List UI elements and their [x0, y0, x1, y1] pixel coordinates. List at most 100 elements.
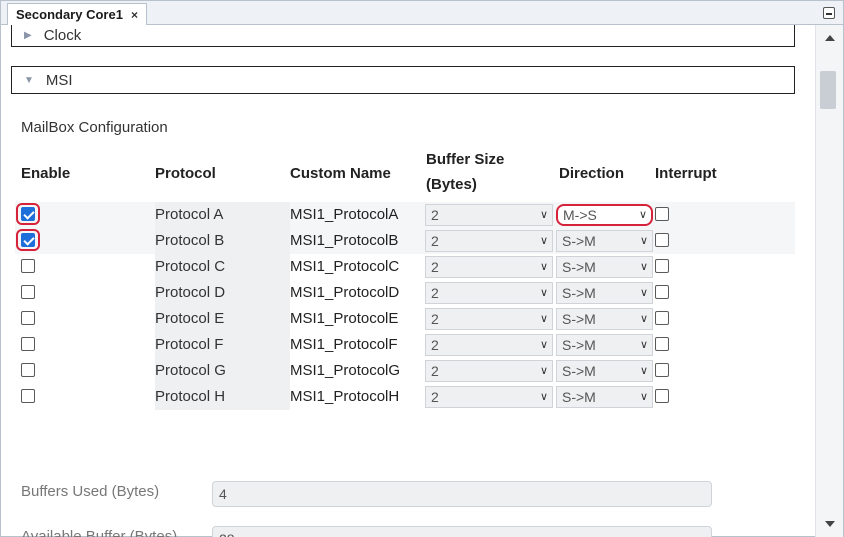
direction-select[interactable]: S->M ∨ — [556, 386, 653, 408]
enable-checkbox[interactable] — [21, 259, 35, 273]
chevron-down-icon: ∨ — [639, 235, 648, 247]
triangle-right-icon: ▶ — [24, 29, 32, 41]
direction-value: M->S — [563, 207, 597, 223]
table-row: Protocol H MSI1_ProtocolH 2 ∨ S->M ∨ — [15, 384, 795, 410]
protocol-cell: Protocol F — [155, 332, 290, 358]
chevron-down-icon: ∨ — [639, 313, 648, 325]
chevron-down-icon: ∨ — [638, 209, 647, 221]
scrollbar-thumb[interactable] — [820, 71, 836, 109]
interrupt-checkbox[interactable] — [655, 285, 669, 299]
buffer-size-select[interactable]: 2 ∨ — [425, 334, 553, 356]
chevron-down-icon: ∨ — [539, 209, 548, 221]
enable-checkbox[interactable] — [21, 285, 35, 299]
interrupt-checkbox[interactable] — [655, 259, 669, 273]
chevron-down-icon: ∨ — [539, 261, 548, 273]
tab-close-icon[interactable]: × — [131, 8, 138, 22]
direction-select[interactable]: S->M ∨ — [556, 360, 653, 382]
scroll-up-arrow-icon[interactable] — [825, 35, 835, 41]
custom-name-cell[interactable]: MSI1_ProtocolC — [290, 254, 424, 280]
tab-secondary-core1[interactable]: Secondary Core1 × — [7, 3, 147, 25]
table-row: Protocol C MSI1_ProtocolC 2 ∨ S->M ∨ — [15, 254, 795, 280]
chevron-down-icon: ∨ — [539, 391, 548, 403]
mailbox-configuration-title: MailBox Configuration — [21, 119, 168, 136]
scroll-down-arrow-icon[interactable] — [825, 521, 835, 527]
header-custom-name: Custom Name — [290, 165, 391, 182]
chevron-down-icon: ∨ — [639, 287, 648, 299]
available-buffer-field: 28 — [212, 526, 712, 537]
buffer-size-select[interactable]: 2 ∨ — [425, 282, 553, 304]
custom-name-cell[interactable]: MSI1_ProtocolB — [290, 228, 424, 254]
direction-select[interactable]: M->S ∨ — [556, 204, 653, 226]
buffer-size-select[interactable]: 2 ∨ — [425, 308, 553, 330]
direction-select[interactable]: S->M ∨ — [556, 334, 653, 356]
direction-value: S->M — [562, 311, 596, 327]
direction-value: S->M — [562, 363, 596, 379]
buffer-size-value: 2 — [431, 233, 439, 249]
custom-name-cell[interactable]: MSI1_ProtocolF — [290, 332, 424, 358]
protocol-cell: Protocol B — [155, 228, 290, 254]
buffer-size-value: 2 — [431, 259, 439, 275]
protocol-cell: Protocol C — [155, 254, 290, 280]
minimize-icon[interactable] — [823, 7, 835, 19]
highlight-ring — [16, 203, 40, 225]
header-protocol: Protocol — [155, 165, 216, 182]
custom-name-cell[interactable]: MSI1_ProtocolG — [290, 358, 424, 384]
table-row: Protocol E MSI1_ProtocolE 2 ∨ S->M ∨ — [15, 306, 795, 332]
chevron-down-icon: ∨ — [539, 235, 548, 247]
buffer-size-value: 2 — [431, 337, 439, 353]
interrupt-checkbox[interactable] — [655, 337, 669, 351]
protocol-cell: Protocol H — [155, 384, 290, 410]
chevron-down-icon: ∨ — [639, 365, 648, 377]
chevron-down-icon: ∨ — [539, 365, 548, 377]
buffer-size-select[interactable]: 2 ∨ — [425, 230, 553, 252]
configuration-panel: ▶ Clock ▼ MSI MailBox Configuration Enab… — [1, 25, 815, 537]
buffers-used-label: Buffers Used (Bytes) — [21, 483, 160, 500]
buffer-size-value: 2 — [431, 207, 439, 223]
interrupt-checkbox[interactable] — [655, 207, 669, 221]
buffer-size-select[interactable]: 2 ∨ — [425, 204, 553, 226]
available-buffer-label: Available Buffer (Bytes) — [21, 528, 178, 537]
secondary-core-window: Secondary Core1 × ▶ Clock ▼ MSI MailBox … — [0, 0, 844, 537]
interrupt-checkbox[interactable] — [655, 389, 669, 403]
header-enable: Enable — [21, 165, 71, 182]
buffer-size-select[interactable]: 2 ∨ — [425, 256, 553, 278]
protocol-cell: Protocol D — [155, 280, 290, 306]
chevron-down-icon: ∨ — [639, 339, 648, 351]
buffer-size-select[interactable]: 2 ∨ — [425, 386, 553, 408]
custom-name-cell[interactable]: MSI1_ProtocolE — [290, 306, 424, 332]
table-row: Protocol A MSI1_ProtocolA 2 ∨ M->S ∨ — [15, 202, 795, 228]
buffer-size-value: 2 — [431, 389, 439, 405]
direction-value: S->M — [562, 285, 596, 301]
clock-section-header[interactable]: ▶ Clock — [11, 25, 795, 47]
tab-title: Secondary Core1 — [16, 7, 123, 22]
interrupt-checkbox[interactable] — [655, 311, 669, 325]
custom-name-cell[interactable]: MSI1_ProtocolH — [290, 384, 424, 410]
direction-value: S->M — [562, 337, 596, 353]
direction-select[interactable]: S->M ∨ — [556, 282, 653, 304]
vertical-scrollbar[interactable] — [815, 25, 843, 537]
direction-select[interactable]: S->M ∨ — [556, 256, 653, 278]
enable-checkbox[interactable] — [21, 389, 35, 403]
highlight-ring — [16, 229, 40, 251]
buffer-size-select[interactable]: 2 ∨ — [425, 360, 553, 382]
protocol-cell: Protocol G — [155, 358, 290, 384]
header-direction: Direction — [559, 165, 625, 182]
enable-checkbox[interactable] — [21, 311, 35, 325]
custom-name-cell[interactable]: MSI1_ProtocolA — [290, 202, 424, 228]
msi-section-label: MSI — [45, 71, 73, 89]
header-buffer-size-unit: (Bytes) — [426, 176, 477, 193]
custom-name-cell[interactable]: MSI1_ProtocolD — [290, 280, 424, 306]
protocol-cell: Protocol E — [155, 306, 290, 332]
buffer-size-value: 2 — [431, 363, 439, 379]
direction-value: S->M — [562, 389, 596, 405]
direction-select[interactable]: S->M ∨ — [556, 308, 653, 330]
interrupt-checkbox[interactable] — [655, 233, 669, 247]
msi-section-header[interactable]: ▼ MSI — [11, 66, 795, 94]
enable-checkbox[interactable] — [21, 337, 35, 351]
interrupt-checkbox[interactable] — [655, 363, 669, 377]
direction-select[interactable]: S->M ∨ — [556, 230, 653, 252]
tab-bar: Secondary Core1 × — [1, 1, 843, 25]
enable-checkbox[interactable] — [21, 363, 35, 377]
buffer-size-value: 2 — [431, 285, 439, 301]
table-row: Protocol G MSI1_ProtocolG 2 ∨ S->M ∨ — [15, 358, 795, 384]
